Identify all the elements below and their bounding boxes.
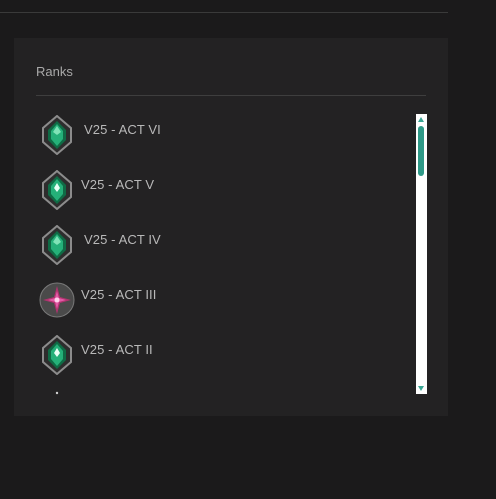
scroll-up-arrow-icon[interactable] xyxy=(418,117,424,122)
list-scrollbar[interactable] xyxy=(416,114,427,394)
emerald-rank-icon xyxy=(42,115,72,155)
emerald-rank-icon xyxy=(42,170,72,210)
ranks-panel: Ranks V25 - ACT VI V25 - ACT V V25 - ACT… xyxy=(14,38,448,416)
rank-list-item[interactable]: V25 - ACT II xyxy=(36,335,406,379)
emerald-rank-icon xyxy=(42,225,72,265)
panel-title: Ranks xyxy=(36,64,73,79)
emerald-rank-icon xyxy=(42,335,72,375)
scroll-down-arrow-icon[interactable] xyxy=(418,386,424,391)
rank-label: V25 - ACT VI xyxy=(84,122,161,137)
rank-icon-partial xyxy=(55,391,59,395)
rank-list-item[interactable]: V25 - ACT VI xyxy=(36,115,406,159)
rank-label: V25 - ACT II xyxy=(81,342,153,357)
top-divider xyxy=(0,12,448,13)
title-divider xyxy=(36,95,426,96)
rank-list[interactable]: V25 - ACT VI V25 - ACT V V25 - ACT IV V2… xyxy=(36,115,414,395)
rank-label: V25 - ACT IV xyxy=(84,232,161,247)
rank-list-item[interactable]: V25 - ACT IV xyxy=(36,225,406,269)
rank-label: V25 - ACT III xyxy=(81,287,157,302)
rank-list-item[interactable]: V25 - ACT V xyxy=(36,170,406,214)
rank-label: V25 - ACT V xyxy=(81,177,155,192)
scroll-thumb[interactable] xyxy=(418,126,424,176)
rank-list-item[interactable] xyxy=(36,390,406,395)
rank-list-item[interactable]: V25 - ACT III xyxy=(36,280,406,324)
magenta-star-rank-icon xyxy=(39,282,75,318)
